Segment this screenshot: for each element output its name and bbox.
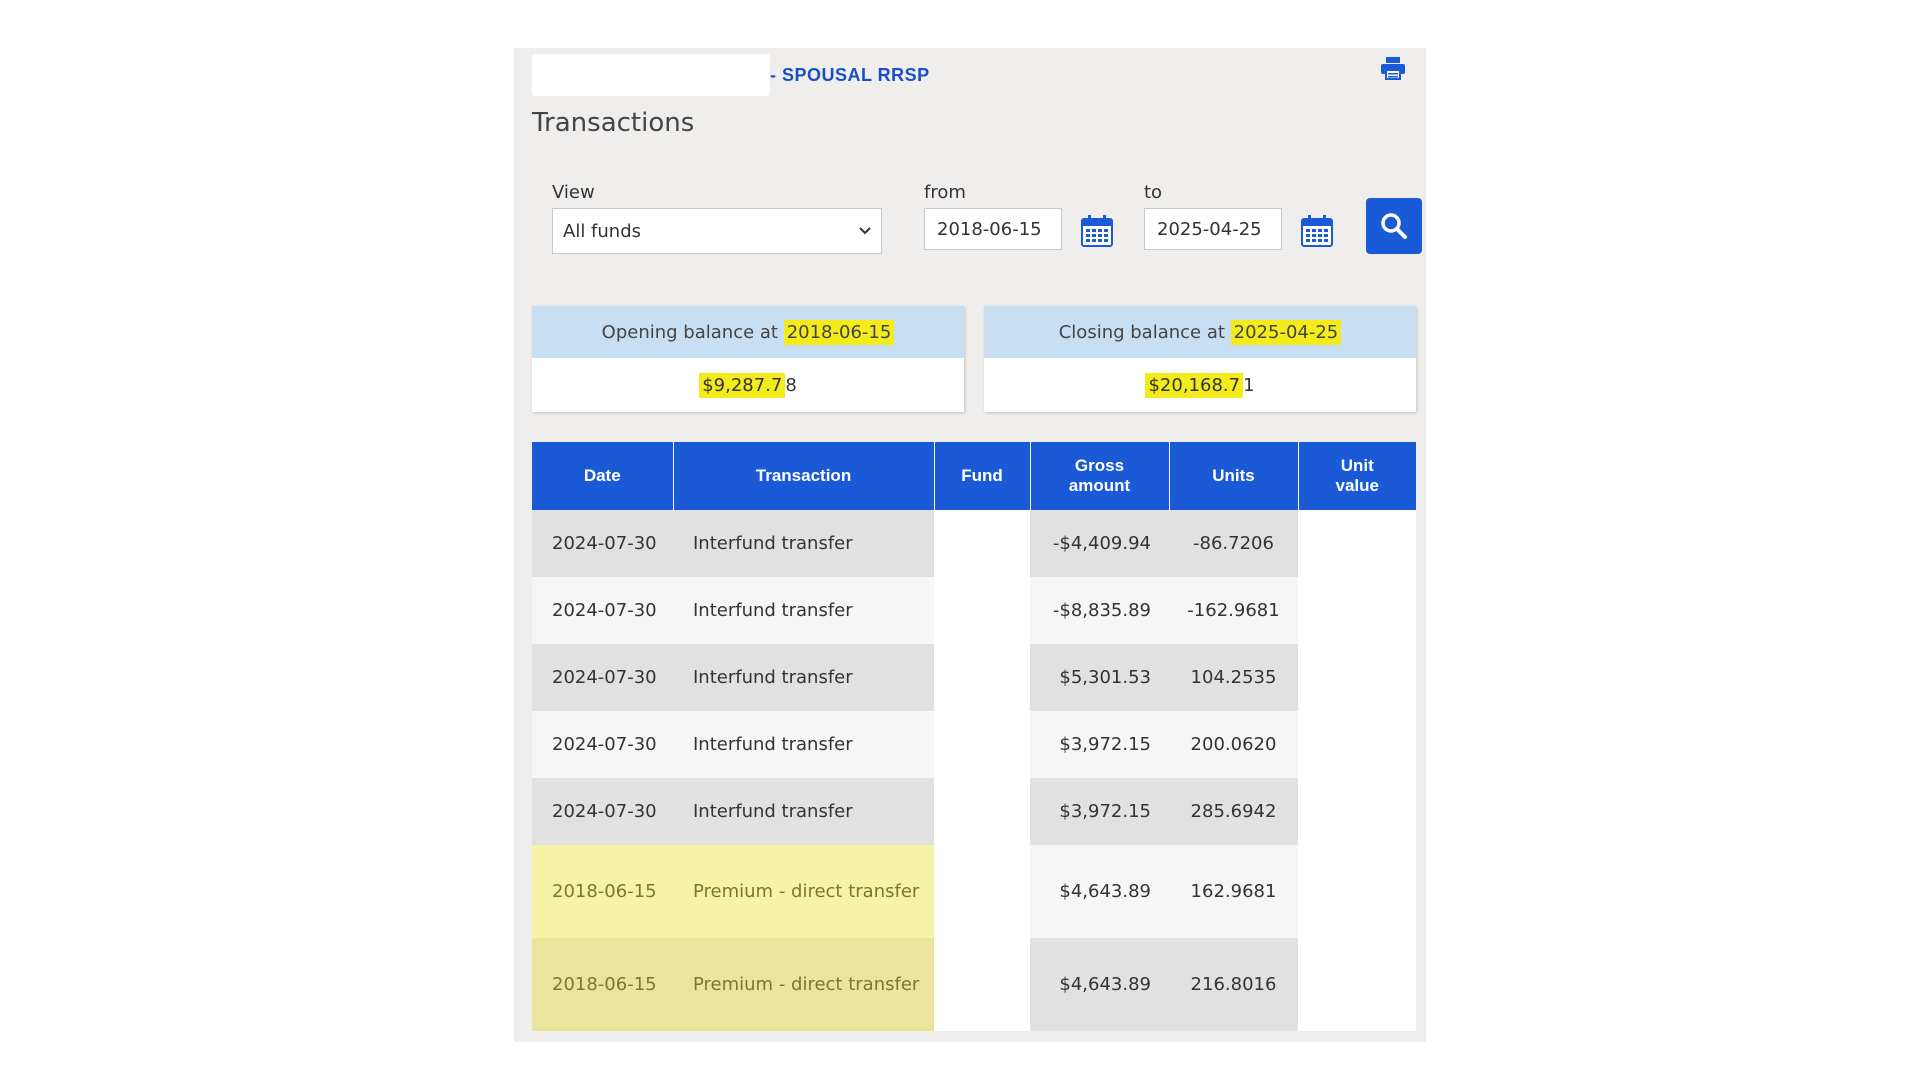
column-header-gross-amount[interactable]: Gross amount xyxy=(1030,442,1170,510)
cell-transaction: Interfund transfer xyxy=(673,644,934,711)
cell-units: -86.7206 xyxy=(1169,510,1298,577)
opening-balance-date: 2018-06-15 xyxy=(783,319,895,345)
column-header-units[interactable]: Units xyxy=(1169,442,1299,510)
cell-fund-redacted xyxy=(934,845,1030,938)
calendar-icon[interactable] xyxy=(1300,214,1334,248)
search-icon xyxy=(1381,213,1407,239)
cell-unit-value-redacted xyxy=(1298,711,1416,778)
transactions-table: Date Transaction Fund Gross amount Units … xyxy=(532,442,1416,1031)
table-row: 2024-07-30 Interfund transfer -$4,409.94… xyxy=(532,510,1416,577)
header-gross-line1: Gross xyxy=(1074,456,1125,476)
closing-amount-rest: 1 xyxy=(1243,374,1255,396)
account-header: - SPOUSAL RRSP xyxy=(532,54,930,96)
cell-units: 200.0620 xyxy=(1169,711,1298,778)
transactions-panel: - SPOUSAL RRSP Transactions View All fun… xyxy=(514,48,1426,1042)
cell-fund-redacted xyxy=(934,577,1030,644)
cell-gross-amount: $3,972.15 xyxy=(1030,778,1169,845)
cell-units: 162.9681 xyxy=(1169,845,1298,938)
cell-unit-value-redacted xyxy=(1298,577,1416,644)
header-gross-line2: amount xyxy=(1068,476,1131,495)
cell-date: 2024-07-30 xyxy=(532,510,673,577)
header-unit-value-line1: Unit xyxy=(1340,456,1374,476)
opening-amount-highlighted: $9,287.7 xyxy=(699,372,786,398)
cell-date: 2024-07-30 xyxy=(532,644,673,711)
cell-units: 285.6942 xyxy=(1169,778,1298,845)
cell-fund-redacted xyxy=(934,510,1030,577)
table-row: 2018-06-15 Premium - direct transfer $4,… xyxy=(532,845,1416,938)
cell-gross-amount: -$8,835.89 xyxy=(1030,577,1169,644)
table-row: 2024-07-30 Interfund transfer -$8,835.89… xyxy=(532,577,1416,644)
table-row: 2024-07-30 Interfund transfer $5,301.53 … xyxy=(532,644,1416,711)
cell-fund-redacted xyxy=(934,644,1030,711)
cell-fund-redacted xyxy=(934,711,1030,778)
cell-date: 2018-06-15 xyxy=(532,845,673,938)
cell-units: -162.9681 xyxy=(1169,577,1298,644)
cell-date: 2018-06-15 xyxy=(532,938,673,1031)
cell-unit-value-redacted xyxy=(1298,778,1416,845)
column-header-transaction[interactable]: Transaction xyxy=(673,442,935,510)
from-date-input[interactable]: 2018-06-15 xyxy=(924,208,1062,250)
opening-balance-card: Opening balance at 2018-06-15 $9,287.7 8 xyxy=(532,306,964,412)
cell-fund-redacted xyxy=(934,778,1030,845)
view-select-value: All funds xyxy=(563,220,641,242)
printer-icon[interactable] xyxy=(1380,56,1406,80)
cell-unit-value-redacted xyxy=(1298,845,1416,938)
cell-transaction: Interfund transfer xyxy=(673,778,934,845)
to-date-input[interactable]: 2025-04-25 xyxy=(1144,208,1282,250)
cell-units: 104.2535 xyxy=(1169,644,1298,711)
page-title: Transactions xyxy=(532,108,695,138)
table-header-row: Date Transaction Fund Gross amount Units … xyxy=(532,442,1416,510)
column-header-fund[interactable]: Fund xyxy=(934,442,1031,510)
cell-date: 2024-07-30 xyxy=(532,711,673,778)
cell-transaction: Interfund transfer xyxy=(673,711,934,778)
cell-gross-amount: $4,643.89 xyxy=(1030,938,1169,1031)
cell-unit-value-redacted xyxy=(1298,938,1416,1031)
closing-balance-amount: $20,168.7 1 xyxy=(984,358,1416,412)
redacted-account-name xyxy=(532,54,770,96)
opening-balance-header: Opening balance at 2018-06-15 xyxy=(532,306,964,358)
cell-transaction: Premium - direct transfer xyxy=(673,845,934,938)
view-label: View xyxy=(552,182,595,203)
opening-balance-amount: $9,287.7 8 xyxy=(532,358,964,412)
to-label: to xyxy=(1144,182,1163,203)
cell-gross-amount: $4,643.89 xyxy=(1030,845,1169,938)
cell-unit-value-redacted xyxy=(1298,644,1416,711)
cell-transaction: Premium - direct transfer xyxy=(673,938,934,1031)
cell-gross-amount: -$4,409.94 xyxy=(1030,510,1169,577)
closing-balance-card: Closing balance at 2025-04-25 $20,168.7 1 xyxy=(984,306,1416,412)
cell-transaction: Interfund transfer xyxy=(673,577,934,644)
closing-balance-label: Closing balance at xyxy=(1058,321,1231,343)
calendar-icon[interactable] xyxy=(1080,214,1114,248)
opening-amount-rest: 8 xyxy=(785,374,797,396)
closing-amount-highlighted: $20,168.7 xyxy=(1145,372,1244,398)
closing-balance-header: Closing balance at 2025-04-25 xyxy=(984,306,1416,358)
account-type-label: - SPOUSAL RRSP xyxy=(770,64,930,85)
opening-balance-label: Opening balance at xyxy=(601,321,784,343)
closing-balance-date: 2025-04-25 xyxy=(1230,319,1342,345)
cell-date: 2024-07-30 xyxy=(532,778,673,845)
cell-transaction: Interfund transfer xyxy=(673,510,934,577)
header-unit-value-line2: value xyxy=(1335,476,1379,495)
table-row: 2024-07-30 Interfund transfer $3,972.15 … xyxy=(532,778,1416,845)
view-select[interactable]: All funds xyxy=(552,208,882,254)
column-header-date[interactable]: Date xyxy=(532,442,674,510)
cell-gross-amount: $3,972.15 xyxy=(1030,711,1169,778)
cell-date: 2024-07-30 xyxy=(532,577,673,644)
table-row: 2024-07-30 Interfund transfer $3,972.15 … xyxy=(532,711,1416,778)
table-row: 2018-06-15 Premium - direct transfer $4,… xyxy=(532,938,1416,1031)
cell-fund-redacted xyxy=(934,938,1030,1031)
cell-units: 216.8016 xyxy=(1169,938,1298,1031)
chevron-down-icon xyxy=(859,227,871,235)
cell-unit-value-redacted xyxy=(1298,510,1416,577)
search-button[interactable] xyxy=(1366,198,1422,254)
column-header-unit-value[interactable]: Unit value xyxy=(1298,442,1416,510)
cell-gross-amount: $5,301.53 xyxy=(1030,644,1169,711)
from-label: from xyxy=(924,182,966,203)
